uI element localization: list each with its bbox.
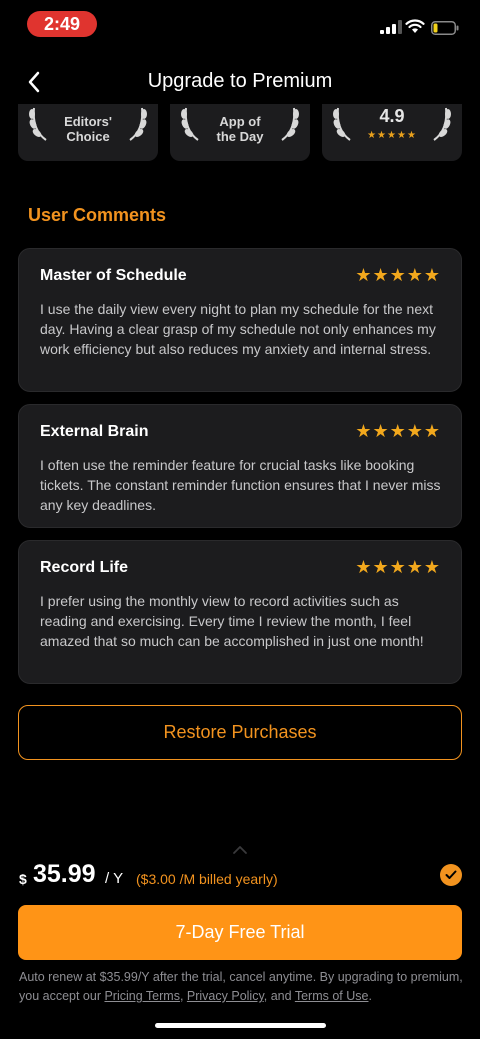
comment-card: Master of Schedule ★★★★★ I use the daily…: [18, 248, 462, 392]
laurel-right-icon: [281, 107, 299, 141]
comment-stars: ★★★★★: [355, 557, 441, 577]
legal-suffix: .: [368, 989, 372, 1003]
award-app-of-the-day: App of the Day: [170, 104, 310, 161]
comment-title: Master of Schedule: [40, 267, 187, 284]
comment-body: I often use the reminder feature for cru…: [40, 457, 441, 513]
legal-separator: ,: [179, 989, 187, 1003]
price-monthly-note: ($3.00 /M billed yearly): [136, 871, 278, 887]
chevron-up-icon[interactable]: [232, 845, 248, 855]
comment-title: Record Life: [40, 559, 129, 576]
price-period: / Y: [105, 870, 124, 887]
laurel-right-icon: [433, 107, 451, 141]
navigation-bar: Upgrade to Premium: [0, 60, 480, 104]
comment-body: I use the daily view every night to plan…: [40, 301, 436, 357]
award-editors-choice: Editors' Choice: [18, 104, 158, 161]
page-title: Upgrade to Premium: [147, 70, 333, 92]
comment-card: Record Life ★★★★★ I prefer using the mon…: [18, 540, 462, 684]
awards-row: Editors' Choice App of the Day 4.9 ★★★★★: [0, 104, 480, 162]
paywall-screen: 2:49 Upgrade to Premium Editors' Choice …: [0, 0, 480, 1039]
comment-body: I prefer using the monthly view to recor…: [40, 593, 424, 649]
wifi-icon: [405, 19, 425, 33]
restore-purchases-button[interactable]: Restore Purchases: [18, 705, 462, 760]
price-amount: 35.99: [33, 860, 96, 888]
comment-card: External Brain ★★★★★ I often use the rem…: [18, 404, 462, 528]
legal-separator: , and: [263, 989, 295, 1003]
battery-icon: [431, 21, 459, 35]
section-title-user-comments: User Comments: [28, 205, 167, 225]
status-bar: 2:49: [0, 0, 480, 48]
comment-title: External Brain: [40, 423, 149, 440]
privacy-policy-link[interactable]: Privacy Policy: [187, 989, 264, 1003]
terms-of-use-link[interactable]: Terms of Use: [295, 989, 369, 1003]
pricing-terms-link[interactable]: Pricing Terms: [104, 989, 179, 1003]
legal-text: Auto renew at $35.99/Y after the trial, …: [19, 968, 463, 1006]
laurel-right-icon: [129, 107, 147, 141]
comment-stars: ★★★★★: [355, 421, 441, 441]
home-indicator: [155, 1023, 326, 1028]
status-time: 2:49: [27, 11, 97, 37]
cellular-signal-icon: [380, 20, 402, 34]
award-rating: 4.9 ★★★★★: [322, 104, 462, 161]
selected-check-icon: [440, 864, 462, 886]
checkmark-icon: [445, 870, 457, 879]
price-currency: $: [19, 871, 27, 887]
free-trial-button[interactable]: 7-Day Free Trial: [18, 905, 462, 960]
comment-stars: ★★★★★: [355, 265, 441, 285]
plan-option-yearly[interactable]: $ 35.99 / Y ($3.00 /M billed yearly): [18, 857, 462, 897]
